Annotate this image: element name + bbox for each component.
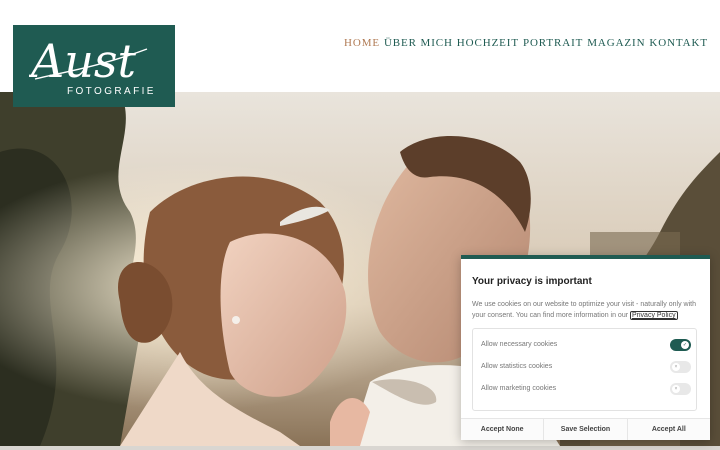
statistics-cookies-toggle[interactable]: × — [670, 361, 691, 373]
cross-icon: × — [672, 363, 680, 371]
privacy-policy-link[interactable]: Privacy Policy — [630, 311, 678, 320]
cookie-option-statistics: Allow statistics cookies × — [481, 361, 691, 375]
site-logo[interactable]: Aust FOTOGRAFIE — [13, 25, 175, 107]
nav-item-magazin[interactable]: MAGAZIN — [587, 37, 645, 49]
cross-icon: × — [672, 385, 680, 393]
nav-item-home[interactable]: HOME — [344, 37, 380, 49]
cookie-option-label: Allow marketing cookies — [481, 385, 557, 392]
site-header: Aust FOTOGRAFIE HOME ÜBER MICH HOCHZEIT … — [0, 0, 720, 107]
marketing-cookies-toggle[interactable]: × — [670, 383, 691, 395]
page-bottom-edge — [0, 446, 720, 450]
cookie-buttons: Accept None Save Selection Accept All — [461, 418, 710, 440]
logo-script: Aust — [29, 34, 148, 88]
cookie-option-label: Allow statistics cookies — [481, 363, 553, 370]
cookie-consent-panel: Your privacy is important We use cookies… — [461, 255, 710, 440]
cookie-option-necessary: Allow necessary cookies ✓ — [481, 339, 691, 353]
logo-subtitle: FOTOGRAFIE — [67, 86, 156, 97]
check-icon: ✓ — [681, 341, 689, 349]
cookie-title: Your privacy is important — [472, 276, 592, 287]
accept-all-button[interactable]: Accept All — [627, 419, 710, 440]
main-nav: HOME ÜBER MICH HOCHZEIT PORTRAIT MAGAZIN… — [344, 37, 708, 49]
necessary-cookies-toggle[interactable]: ✓ — [670, 339, 691, 351]
svg-text:Aust: Aust — [29, 34, 136, 88]
cookie-options: Allow necessary cookies ✓ Allow statisti… — [472, 328, 697, 411]
nav-item-ueber-mich[interactable]: ÜBER MICH — [384, 37, 453, 49]
cookie-description: We use cookies on our website to optimiz… — [472, 299, 702, 321]
cookie-option-label: Allow necessary cookies — [481, 341, 558, 348]
accept-none-button[interactable]: Accept None — [461, 419, 545, 440]
nav-item-kontakt[interactable]: KONTAKT — [649, 37, 708, 49]
nav-item-portrait[interactable]: PORTRAIT — [523, 37, 583, 49]
nav-item-hochzeit[interactable]: HOCHZEIT — [457, 37, 519, 49]
cookie-option-marketing: Allow marketing cookies × — [481, 383, 691, 397]
save-selection-button[interactable]: Save Selection — [544, 419, 628, 440]
